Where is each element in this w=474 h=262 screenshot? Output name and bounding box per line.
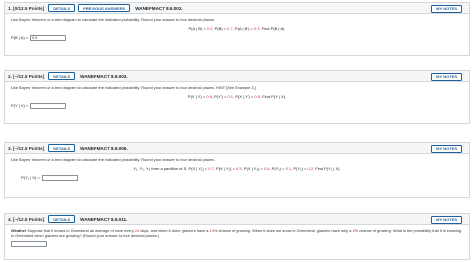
question-2-body: Use Bayes' theorem or a tree diagram to … (5, 82, 469, 112)
question-4: 4. [–/12.5 Points] DETAILS WANEFMAC7 8.6… (4, 213, 470, 260)
question-1-given: P(A | B) = 0.2, P(B) = 0.7, P(A | B') = … (188, 26, 286, 31)
question-2-id: WANEFMAC7 8.6.003. (80, 73, 128, 79)
my-notes-button[interactable]: MY NOTES (431, 144, 462, 153)
question-4-body: Weather Suppose that it snows in Greenla… (5, 225, 469, 250)
question-3-header: 3. [–/12.5 Points] DETAILS WANEFMAC7 8.6… (5, 143, 469, 154)
question-1: 1. [0/12.5 Points] DETAILS PREVIOUS ANSW… (4, 2, 470, 56)
question-1-body: Use Bayes' theorem or a tree diagram to … (5, 14, 469, 44)
question-1-instruction: Use Bayes' theorem or a tree diagram to … (11, 17, 215, 22)
question-3: 3. [–/12.5 Points] DETAILS WANEFMAC7 8.6… (4, 142, 470, 198)
answer-input[interactable] (30, 103, 67, 109)
details-button[interactable]: DETAILS (48, 72, 76, 80)
details-button[interactable]: DETAILS (48, 144, 76, 152)
question-3-instruction: Use Bayes' theorem or a tree diagram to … (11, 157, 215, 162)
my-notes-button[interactable]: MY NOTES (431, 4, 462, 13)
previous-answers-button[interactable]: PREVIOUS ANSWERS (78, 4, 131, 12)
question-1-points: 1. [0/12.5 Points] (8, 5, 45, 11)
question-3-answer-row: P(Y₁ | X) = (11, 175, 463, 181)
answer-input[interactable] (11, 241, 47, 247)
question-2-answer-row: P(Y | X) = (11, 103, 463, 109)
question-4-text: Weather Suppose that it snows in Greenla… (11, 228, 462, 238)
question-4-points: 4. [–/12.5 Points] (8, 216, 45, 222)
question-2-points: 2. [–/12.5 Points] (8, 73, 45, 79)
question-3-points: 3. [–/12.5 Points] (8, 145, 45, 151)
question-2-instruction: Use Bayes' theorem or a tree diagram to … (11, 85, 256, 90)
question-1-id: WANEFMAC7 8.6.002. (135, 5, 183, 11)
answer-label: P(Y | X) = (11, 103, 29, 109)
answer-label: P(B | A) = (11, 35, 29, 41)
question-3-body: Use Bayes' theorem or a tree diagram to … (5, 154, 469, 184)
question-3-given: Y₁, Y₂, Y₃ form a partition of S. P(X | … (133, 166, 341, 171)
answer-input[interactable]: 0.5 (30, 35, 67, 41)
question-3-id: WANEFMAC7 8.6.006. (80, 145, 128, 151)
question-4-header: 4. [–/12.5 Points] DETAILS WANEFMAC7 8.6… (5, 214, 469, 225)
details-button[interactable]: DETAILS (48, 215, 76, 223)
question-2-given: P(X | Y) = 0.8, P(Y') = 0.1, P(X | Y') =… (187, 94, 287, 99)
my-notes-button[interactable]: MY NOTES (431, 72, 462, 81)
question-4-id: WANEFMAC7 8.6.011. (80, 216, 128, 222)
question-4-answer-row (11, 241, 463, 247)
question-2: 2. [–/12.5 Points] DETAILS WANEFMAC7 8.6… (4, 70, 470, 124)
details-button[interactable]: DETAILS (48, 4, 76, 12)
question-1-header: 1. [0/12.5 Points] DETAILS PREVIOUS ANSW… (5, 3, 469, 14)
answer-input[interactable] (41, 175, 78, 181)
question-1-answer-row: P(B | A) = 0.5 (11, 35, 463, 41)
answer-label: P(Y₁ | X) = (21, 175, 40, 181)
question-2-header: 2. [–/12.5 Points] DETAILS WANEFMAC7 8.6… (5, 71, 469, 82)
my-notes-button[interactable]: MY NOTES (431, 215, 462, 224)
